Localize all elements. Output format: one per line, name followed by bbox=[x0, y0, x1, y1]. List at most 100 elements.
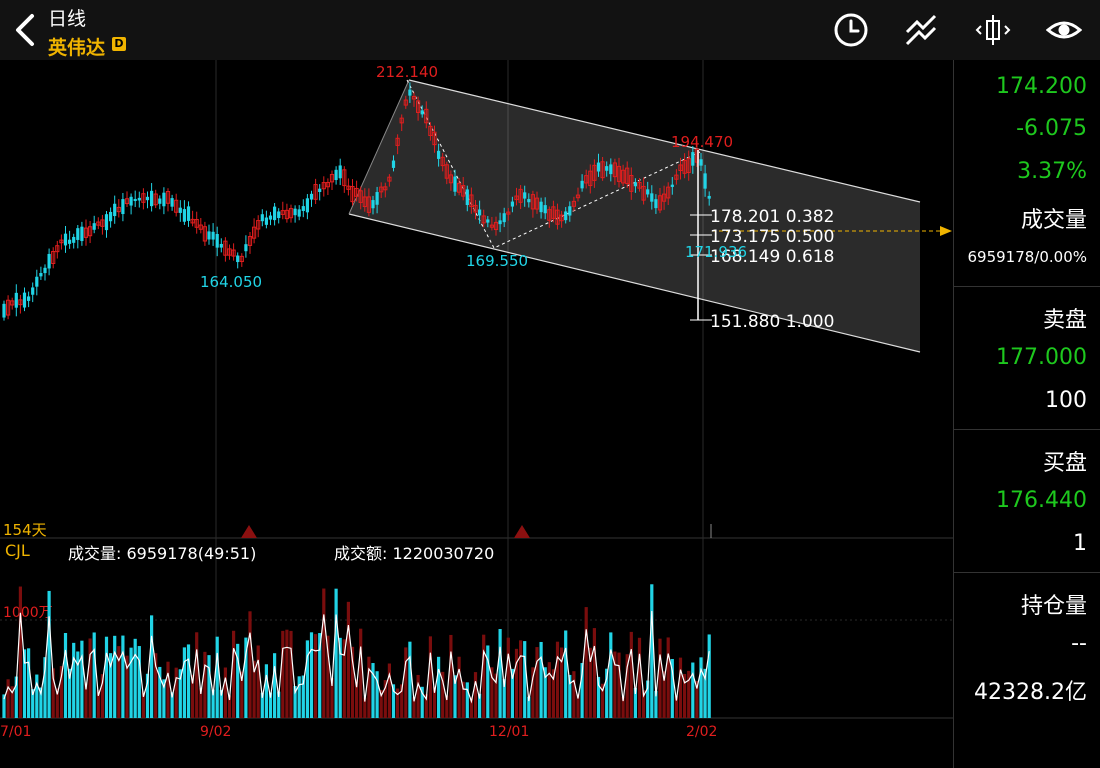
clock-icon[interactable] bbox=[833, 12, 869, 48]
candle-body bbox=[211, 231, 215, 240]
volume-bar bbox=[223, 667, 227, 718]
candle-body bbox=[47, 253, 51, 269]
candle-body bbox=[318, 188, 322, 193]
candle-body bbox=[375, 192, 379, 205]
marker-triangle bbox=[241, 525, 257, 538]
volume-bar bbox=[617, 652, 621, 718]
volume-bar bbox=[72, 642, 76, 718]
candle-body bbox=[137, 197, 141, 201]
candle-body bbox=[72, 236, 76, 243]
candle-body bbox=[219, 243, 223, 248]
price-change-percent: 3.37% bbox=[1017, 159, 1087, 184]
candle-body bbox=[273, 206, 277, 221]
candle-body bbox=[92, 223, 96, 230]
volume-bar bbox=[186, 644, 191, 718]
eye-icon[interactable] bbox=[1046, 12, 1082, 48]
candle-body bbox=[309, 193, 314, 200]
kline-chart[interactable]: 178.201 0.382 173.175 0.500 168.149 0.61… bbox=[0, 60, 953, 768]
candle-body bbox=[121, 199, 125, 215]
x-axis-label-12-01: 12/01 bbox=[489, 724, 529, 740]
volume-bar bbox=[404, 647, 408, 718]
open-interest-title: 持仓量 bbox=[1020, 594, 1087, 619]
candle-body bbox=[609, 164, 613, 175]
volume-bar bbox=[666, 637, 670, 718]
candle-body bbox=[22, 292, 27, 308]
volume-bar bbox=[215, 636, 219, 718]
candle-body bbox=[162, 192, 166, 207]
zoom-fit-icon[interactable] bbox=[975, 12, 1011, 48]
candle-body bbox=[76, 228, 80, 240]
volume-bar bbox=[248, 611, 252, 718]
candle-body bbox=[707, 195, 711, 199]
mid-low-label: 169.550 bbox=[466, 252, 528, 270]
volume-bar bbox=[137, 646, 141, 718]
volume-bar bbox=[92, 632, 96, 718]
volume-bar bbox=[309, 632, 314, 718]
candle-body bbox=[39, 273, 43, 277]
candle-body bbox=[150, 190, 154, 207]
bid-price: 176.440 bbox=[996, 488, 1087, 513]
volume-bar bbox=[289, 630, 293, 718]
volume-bar bbox=[113, 635, 117, 718]
back-arrow-icon[interactable] bbox=[12, 12, 40, 48]
volume-bar bbox=[699, 657, 703, 718]
x-axis-label-7-01: 7/01 bbox=[0, 724, 31, 740]
volume-bar bbox=[359, 628, 363, 718]
volume-scale-label: 1000万 bbox=[3, 605, 53, 621]
volume-bar bbox=[88, 638, 92, 718]
volume-bar bbox=[535, 647, 539, 718]
volume-bar bbox=[203, 651, 207, 718]
candle-body bbox=[145, 196, 150, 201]
volume-bar bbox=[437, 656, 441, 718]
volume-bar bbox=[133, 638, 137, 718]
candle-body bbox=[63, 233, 68, 246]
candle-body bbox=[109, 211, 113, 222]
candle-body bbox=[182, 209, 186, 222]
volume-bar bbox=[498, 629, 502, 718]
candle-body bbox=[158, 198, 162, 204]
x-axis-label-2-02: 2/02 bbox=[686, 724, 717, 740]
draw-line-icon[interactable] bbox=[903, 12, 939, 48]
candle-body bbox=[68, 239, 72, 244]
candle-body bbox=[133, 198, 137, 202]
volume-bar bbox=[629, 631, 633, 718]
volume-bar bbox=[104, 636, 109, 718]
volume-bar bbox=[80, 640, 84, 718]
volume-bar bbox=[63, 632, 68, 718]
amount-text: 成交额: 1220030720 bbox=[334, 544, 494, 563]
volume-bar bbox=[539, 641, 543, 718]
candle-body bbox=[543, 205, 547, 214]
ask-quantity: 100 bbox=[1045, 388, 1087, 413]
marker-triangle bbox=[514, 525, 530, 538]
candle-body bbox=[264, 217, 268, 225]
volume-bar bbox=[207, 655, 211, 718]
x-axis-label-9-02: 9/02 bbox=[200, 724, 231, 740]
stock-name: 英伟达 bbox=[48, 37, 106, 59]
volume-bar bbox=[297, 676, 301, 718]
price-change: -6.075 bbox=[1016, 116, 1087, 141]
candle-body bbox=[14, 292, 18, 308]
candle-body bbox=[338, 165, 342, 179]
indicator-name[interactable]: CJL bbox=[5, 541, 30, 560]
candle-body bbox=[268, 215, 273, 220]
candle-body bbox=[170, 198, 174, 207]
last-price: 174.200 bbox=[996, 74, 1087, 99]
current-price-label: 171.936 bbox=[685, 243, 747, 261]
volume-value: 6959178/0.00% bbox=[967, 248, 1087, 266]
candle-body bbox=[650, 193, 654, 202]
volume-bar bbox=[150, 615, 154, 718]
volume-bar bbox=[473, 672, 478, 718]
candle-body bbox=[186, 206, 191, 221]
candle-body bbox=[43, 267, 47, 274]
candle-body bbox=[293, 208, 297, 216]
volume-bar bbox=[367, 656, 371, 718]
candle-body bbox=[178, 207, 182, 213]
candle-body bbox=[297, 209, 301, 217]
volume-bars bbox=[2, 584, 711, 718]
candle-body bbox=[391, 160, 396, 168]
volume-bar bbox=[18, 586, 22, 718]
candle-body bbox=[633, 182, 637, 187]
volume-text: 成交量: 6959178(49:51) bbox=[68, 544, 256, 563]
candle-body bbox=[408, 89, 412, 96]
candle-body bbox=[80, 226, 84, 242]
